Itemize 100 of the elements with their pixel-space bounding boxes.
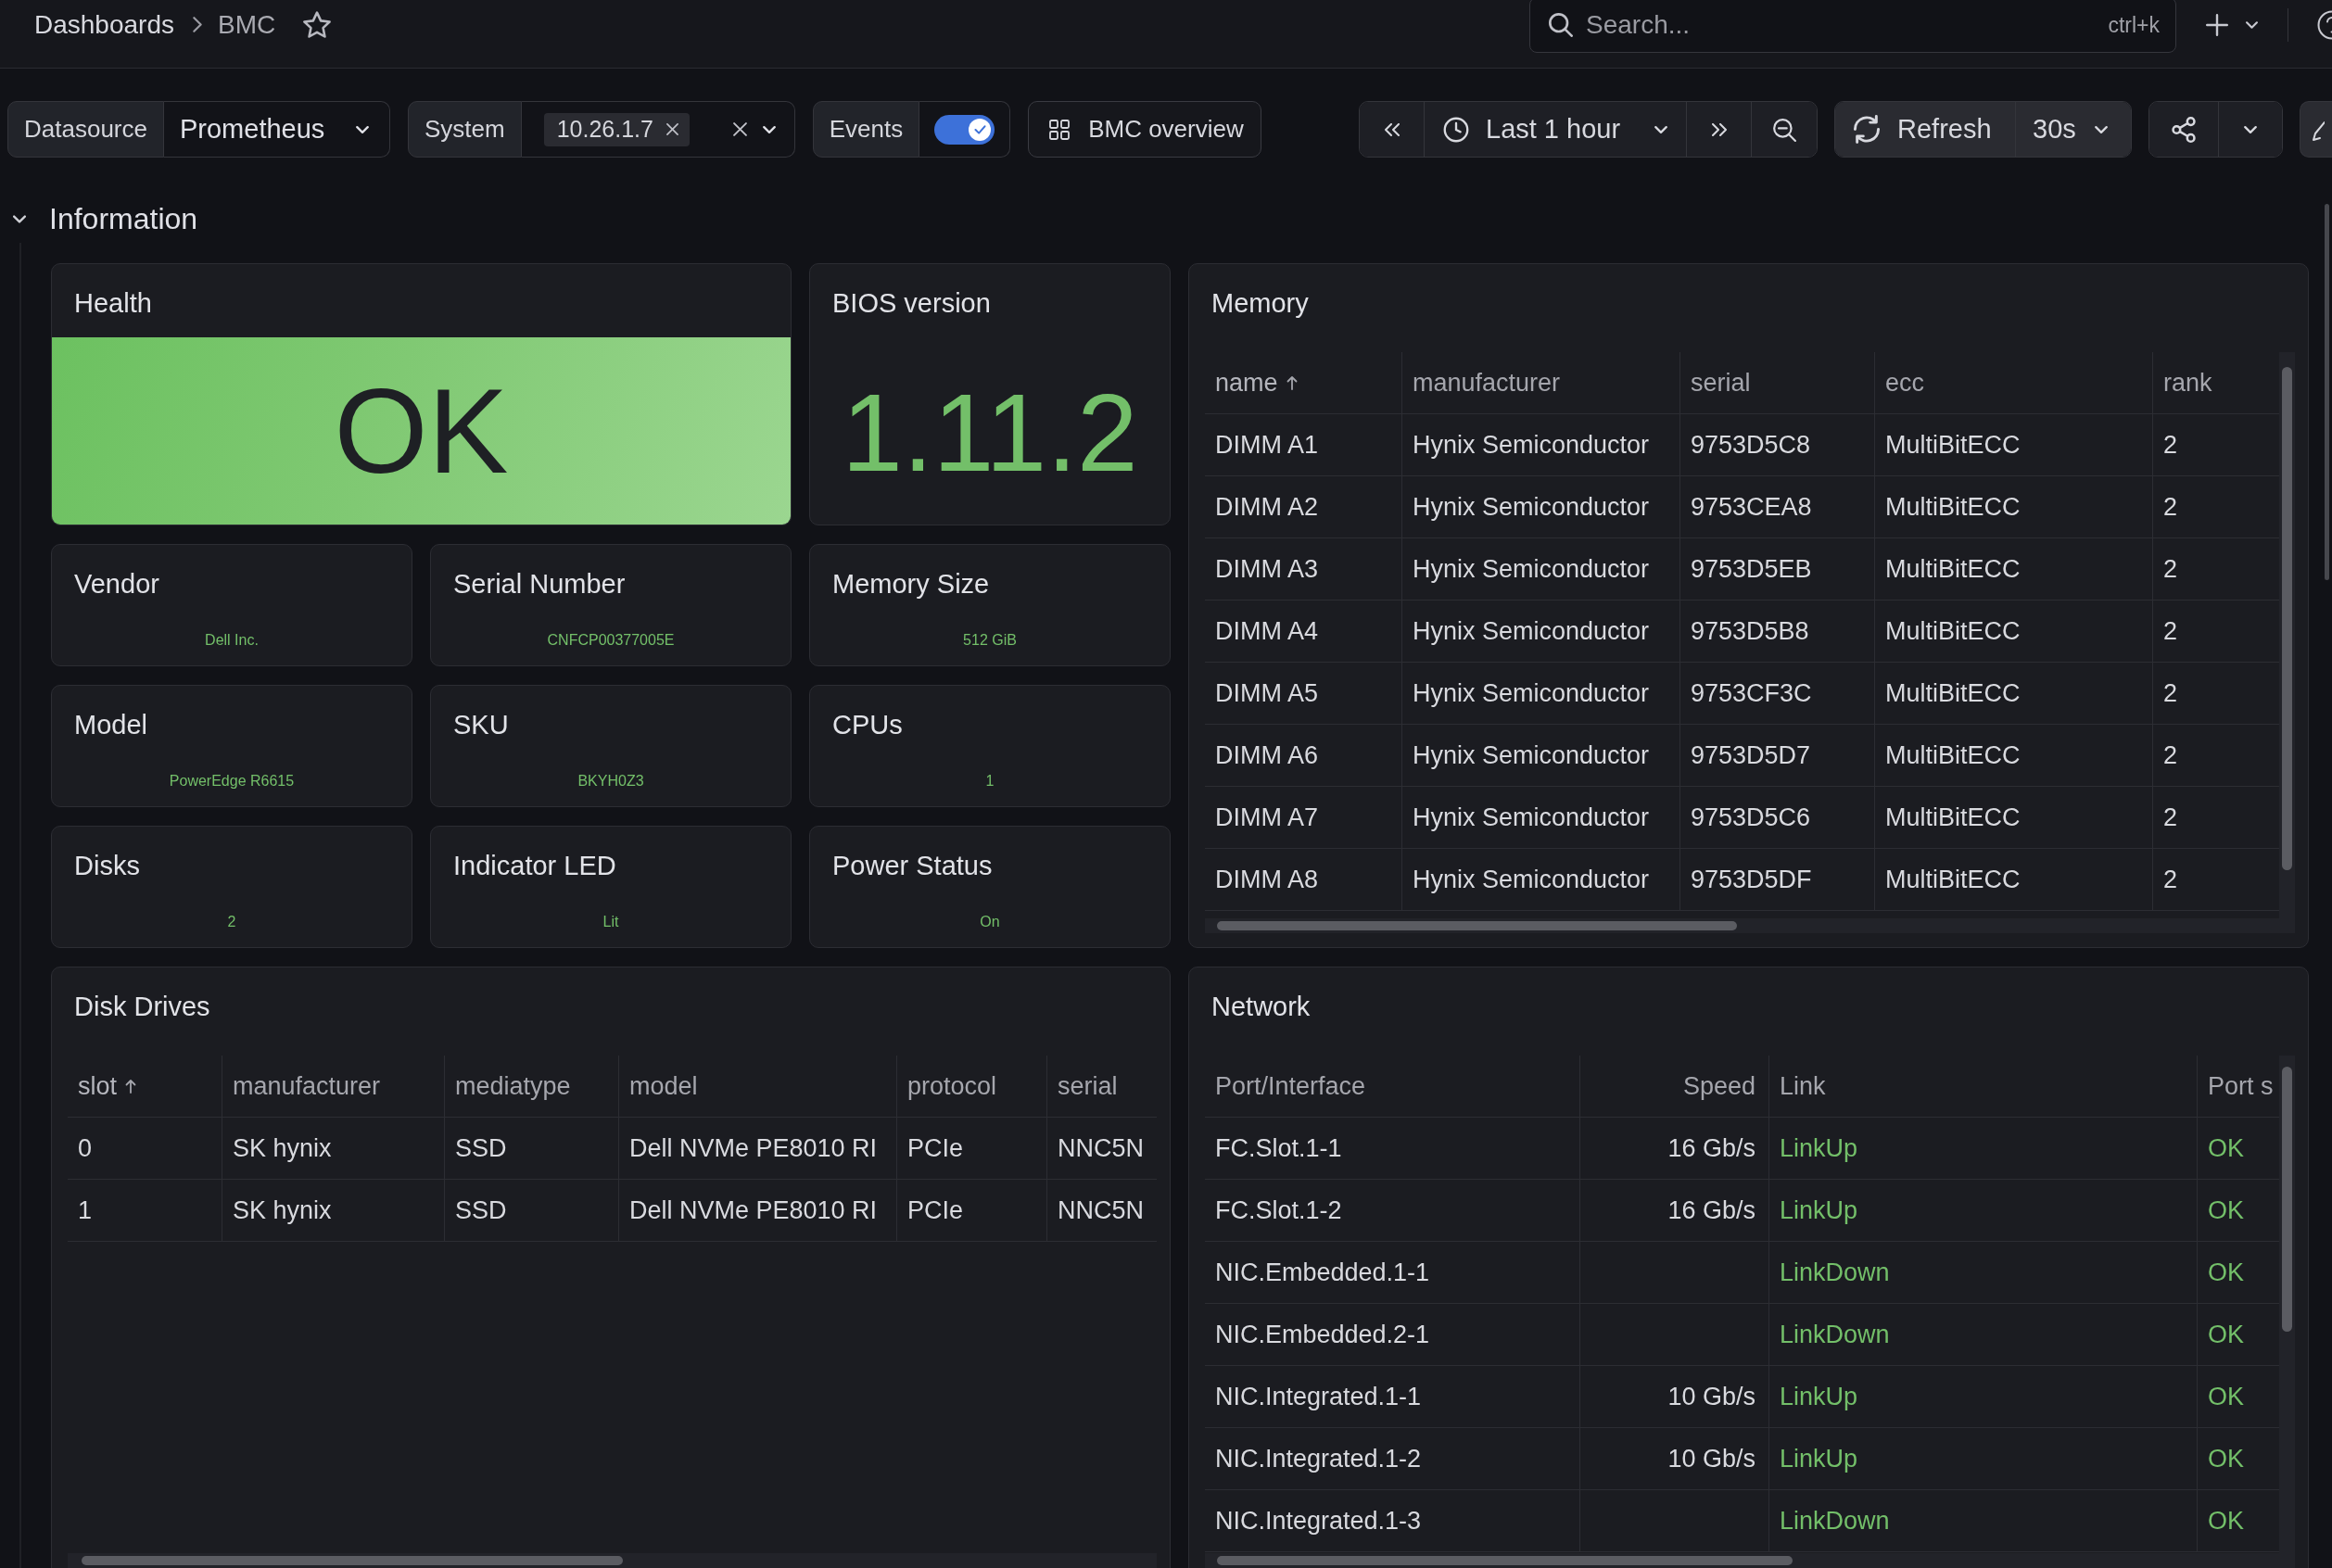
column-header[interactable]: protocol: [896, 1056, 1046, 1117]
table-cell: 9753D5DF: [1679, 849, 1874, 910]
table-cell: OK: [2197, 1180, 2276, 1241]
table-cell: MultiBitECC: [1874, 787, 2152, 848]
column-header[interactable]: ecc: [1874, 352, 2152, 413]
panel-title: BIOS version: [832, 287, 992, 320]
panel-title: Power Status: [832, 850, 994, 882]
table-cell: 9753CEA8: [1679, 476, 1874, 537]
table-cell: MultiBitECC: [1874, 601, 2152, 662]
scrollbar-track[interactable]: [1205, 918, 2295, 933]
toggle-switch[interactable]: [934, 114, 995, 145]
table-cell: LinkUp: [1768, 1366, 2197, 1427]
column-header[interactable]: serial: [1679, 352, 1874, 413]
value-chip[interactable]: 10.26.1.7: [543, 112, 690, 146]
table-cell: PCIe: [896, 1118, 1046, 1179]
column-header[interactable]: Port s: [2197, 1056, 2276, 1117]
column-header[interactable]: Link: [1768, 1056, 2197, 1117]
breadcrumb-link[interactable]: BMC: [218, 9, 276, 40]
table-cell: 2: [2152, 601, 2276, 662]
table-cell: OK: [2197, 1366, 2276, 1427]
share-button[interactable]: [2149, 102, 2218, 157]
stat-value: BKYH0Z3: [577, 772, 644, 790]
table-cell: Hynix Semiconductor: [1401, 538, 1679, 600]
table-cell: LinkUp: [1768, 1428, 2197, 1489]
scrollbar-thumb[interactable]: [2282, 367, 2292, 870]
column-header[interactable]: Port/Interface: [1205, 1056, 1579, 1117]
scrollbar-thumb[interactable]: [1217, 1556, 1793, 1565]
refresh-button[interactable]: Refresh: [1835, 102, 2015, 157]
table-cell: 2: [2152, 787, 2276, 848]
column-header[interactable]: slot: [68, 1056, 222, 1117]
variable-label: Datasource: [7, 101, 164, 158]
clear-icon[interactable]: [732, 122, 747, 136]
column-header[interactable]: Speed: [1579, 1056, 1768, 1117]
table-cell: OK: [2197, 1242, 2276, 1303]
refresh-interval-select[interactable]: 30s: [2015, 102, 2131, 157]
panel-title: Vendor: [74, 568, 160, 601]
table-cell: LinkDown: [1768, 1490, 2197, 1551]
dashboard-link-button[interactable]: BMC overview: [1028, 101, 1262, 158]
table-cell: SK hynix: [222, 1118, 444, 1179]
table-cell: SSD: [444, 1180, 618, 1241]
column-header[interactable]: rank: [2152, 352, 2276, 413]
help-icon[interactable]: [2317, 9, 2332, 40]
variable-select[interactable]: Prometheus: [163, 101, 390, 158]
time-range-picker[interactable]: Last 1 hour: [1424, 102, 1686, 157]
column-header[interactable]: manufacturer: [222, 1056, 444, 1117]
table-cell: PCIe: [896, 1180, 1046, 1241]
scrollbar-thumb[interactable]: [2282, 1067, 2292, 1332]
table-cell: Hynix Semiconductor: [1401, 414, 1679, 475]
table-cell-text: NIC.Embedded.2-1: [1214, 1319, 1431, 1350]
table-cell-text: DIMM A3: [1214, 553, 1320, 585]
table-cell-text: 1: [77, 1195, 94, 1226]
edit-button[interactable]: [2300, 101, 2332, 158]
table-cell: OK: [2197, 1304, 2276, 1365]
table-cell: Hynix Semiconductor: [1401, 601, 1679, 662]
scrollbar-track[interactable]: [2279, 1056, 2295, 1553]
table-cell-text: FC.Slot.1-1: [1214, 1132, 1343, 1164]
table-cell: 9753D5EB: [1679, 538, 1874, 600]
zoom-out-button[interactable]: [1751, 102, 1817, 157]
table-cell: MultiBitECC: [1874, 538, 2152, 600]
table-cell-text: DIMM A7: [1214, 802, 1320, 833]
column-header[interactable]: serial: [1046, 1056, 1157, 1117]
table-cell: LinkDown: [1768, 1242, 2197, 1303]
panel-title: Model: [74, 709, 148, 741]
column-header[interactable]: model: [618, 1056, 896, 1117]
table-cell: MultiBitECC: [1874, 725, 2152, 786]
breadcrumb-link[interactable]: Dashboards: [34, 9, 174, 40]
chevron-down-icon: [355, 125, 369, 133]
grid-icon: [1049, 119, 1071, 140]
scrollbar-track[interactable]: [2279, 352, 2295, 918]
scrollbar-thumb[interactable]: [1217, 921, 1737, 930]
table-cell: Hynix Semiconductor: [1401, 476, 1679, 537]
scrollbar-track[interactable]: [1205, 1553, 2295, 1568]
shift-back-button[interactable]: [1360, 102, 1424, 157]
column-header[interactable]: name: [1205, 352, 1401, 413]
stat-value: 1.11.2: [842, 377, 1138, 487]
table-cell-text: DIMM A4: [1214, 615, 1320, 647]
table-cell: Hynix Semiconductor: [1401, 849, 1679, 910]
panel-title: Memory: [1211, 287, 1310, 320]
row-title[interactable]: Information: [49, 201, 198, 236]
search-icon: [1549, 12, 1573, 37]
chevron-down-icon[interactable]: [13, 214, 26, 223]
sort-arrow-icon: [1286, 375, 1298, 390]
star-icon[interactable]: [303, 11, 332, 38]
column-header[interactable]: manufacturer: [1401, 352, 1679, 413]
plus-icon: [2206, 13, 2228, 36]
close-icon[interactable]: [665, 123, 678, 135]
table-cell: 16 Gb/s: [1579, 1180, 1768, 1241]
panel-title: CPUs: [832, 709, 904, 741]
column-header[interactable]: mediatype: [444, 1056, 618, 1117]
stat-value: 512 GiB: [963, 631, 1017, 650]
table-cell-text: 0: [77, 1132, 94, 1164]
shortcut-hint: ctrl+k: [2108, 12, 2160, 37]
variable-select[interactable]: 10.26.1.7: [521, 101, 795, 158]
scrollbar-track[interactable]: [68, 1553, 1157, 1568]
table-cell: 9753D5B8: [1679, 601, 1874, 662]
table-cell: 9753D5D7: [1679, 725, 1874, 786]
table-cell-text: DIMM A1: [1214, 429, 1320, 461]
stat-value: CNFCP00377005E: [547, 631, 675, 650]
scrollbar-thumb[interactable]: [82, 1556, 623, 1565]
scrollbar-thumb[interactable]: [2325, 204, 2329, 580]
